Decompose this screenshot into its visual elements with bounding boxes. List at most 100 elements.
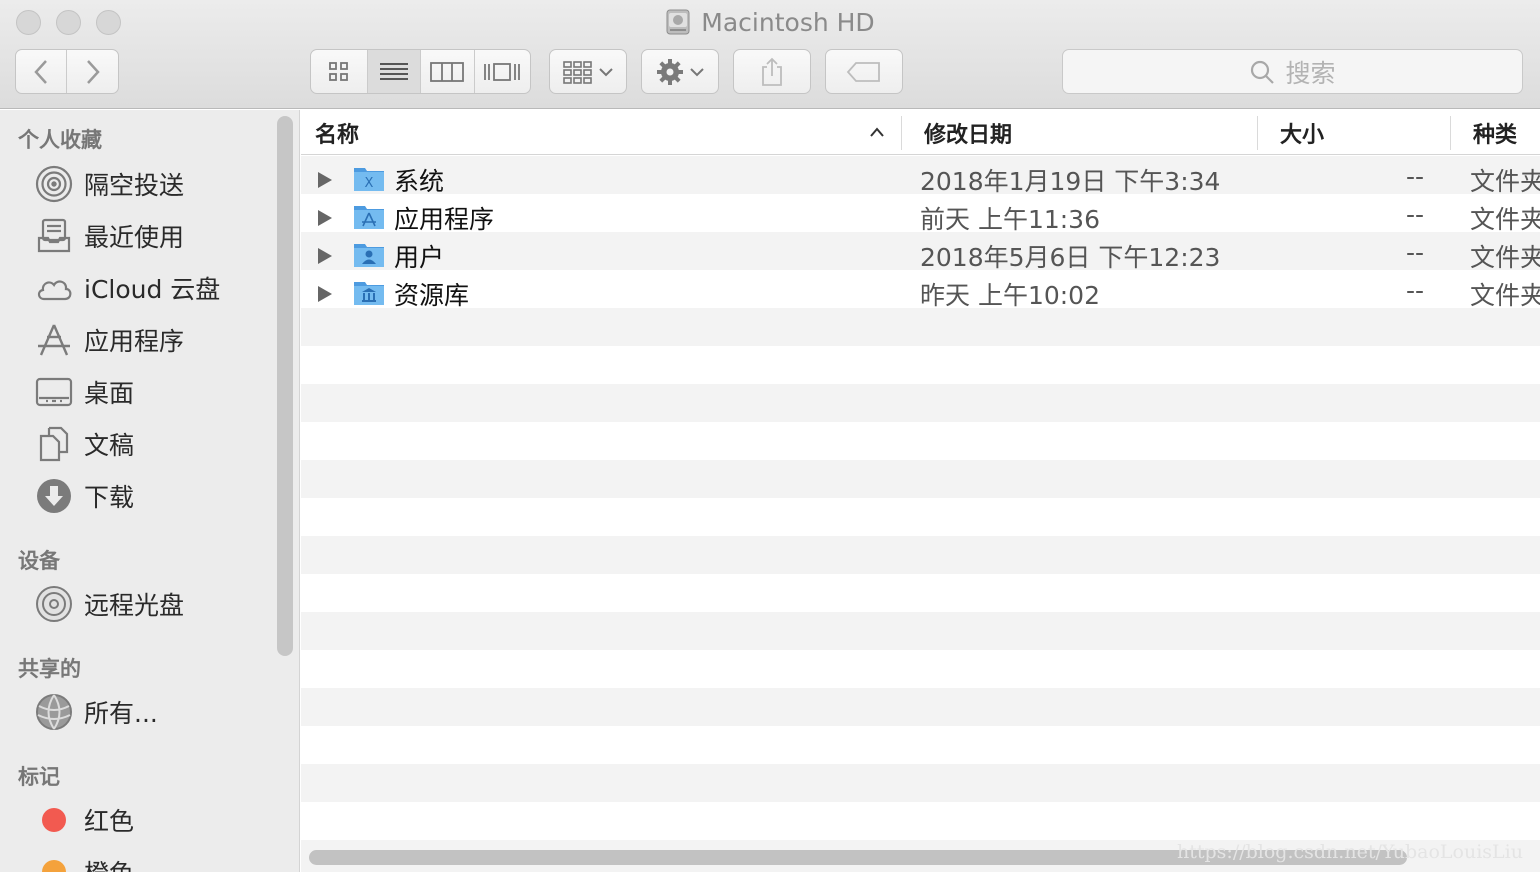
table-row[interactable]: 应用程序 前天 上午11:36 -- 文件夹 xyxy=(301,198,1540,236)
back-button[interactable] xyxy=(16,50,68,93)
column-header-label: 种类 xyxy=(1473,122,1518,148)
column-header-label: 大小 xyxy=(1280,122,1325,148)
file-kind: 文件夹 xyxy=(1470,281,1540,310)
file-kind: 文件夹 xyxy=(1470,243,1540,272)
airdrop-icon xyxy=(35,165,73,203)
chevron-down-icon xyxy=(599,67,613,76)
desktop-icon xyxy=(35,377,73,407)
forward-button[interactable] xyxy=(67,50,118,93)
sidebar-item-tag-orange[interactable]: 橙色 xyxy=(34,849,134,872)
finder-window: Macintosh HD 搜索 个人收藏 隔空投送 最近使用 iCloud 云盘… xyxy=(0,0,1540,872)
chevron-down-icon xyxy=(690,67,704,76)
grid-icon xyxy=(329,61,349,81)
sidebar-item-icloud[interactable]: iCloud 云盘 xyxy=(34,265,220,311)
column-divider[interactable] xyxy=(1257,116,1258,150)
search-field[interactable]: 搜索 xyxy=(1062,49,1523,94)
column-view-button[interactable] xyxy=(421,50,475,93)
list-rows: X 系统 2018年1月19日 下午3:34 -- 文件夹 应用程序 前天 上午… xyxy=(301,156,1540,872)
sidebar-item-label: 橙色 xyxy=(84,854,134,872)
watermark: https://blog.csdn.net/YubaoLouisLiu xyxy=(1177,841,1523,863)
tag-button[interactable] xyxy=(825,49,903,94)
sidebar-item-label: 最近使用 xyxy=(84,223,185,252)
sidebar-item-remote-disc[interactable]: 远程光盘 xyxy=(34,581,184,627)
disclosure-triangle[interactable] xyxy=(318,172,332,188)
recents-icon xyxy=(37,218,71,253)
users-folder-icon xyxy=(354,244,384,267)
tag-orange-icon xyxy=(42,860,66,872)
sidebar-item-downloads[interactable]: 下载 xyxy=(34,473,134,519)
file-name: 系统 xyxy=(394,167,445,196)
tag-icon xyxy=(846,61,880,82)
applications-folder-icon xyxy=(354,206,384,229)
search-placeholder: 搜索 xyxy=(1285,58,1336,88)
column-header-name[interactable]: 名称 xyxy=(315,110,885,155)
gear-icon xyxy=(657,58,683,85)
documents-icon xyxy=(39,426,69,462)
nav-buttons xyxy=(15,49,119,94)
file-kind: 文件夹 xyxy=(1470,205,1540,234)
arrange-button[interactable] xyxy=(549,49,627,94)
share-button[interactable] xyxy=(733,49,811,94)
disclosure-triangle[interactable] xyxy=(318,248,332,264)
sidebar-section-title: 共享的 xyxy=(18,657,81,681)
toolbar: Macintosh HD 搜索 xyxy=(0,0,1540,109)
sidebar-item-applications[interactable]: 应用程序 xyxy=(34,317,184,363)
share-icon xyxy=(762,57,782,86)
library-folder-icon xyxy=(354,282,384,305)
search-icon xyxy=(1251,60,1275,84)
table-row[interactable]: 用户 2018年5月6日 下午12:23 -- 文件夹 xyxy=(301,236,1540,274)
file-name: 应用程序 xyxy=(394,205,495,234)
sidebar-item-tag-red[interactable]: 红色 xyxy=(34,797,134,843)
file-list: 名称 修改日期 大小 种类 X 系统 2018年1月19日 下午3:34 -- … xyxy=(301,110,1540,872)
sidebar-item-label: iCloud 云盘 xyxy=(84,275,221,304)
sidebar-section-title: 标记 xyxy=(18,765,60,789)
sidebar-item-shared-all[interactable]: 所有... xyxy=(34,689,158,735)
column-header-label: 修改日期 xyxy=(924,122,1013,148)
cover-flow-button[interactable] xyxy=(475,50,530,93)
column-header-date[interactable]: 修改日期 xyxy=(924,110,1012,155)
list-icon xyxy=(380,62,409,80)
list-header: 名称 修改日期 大小 种类 xyxy=(301,110,1540,155)
column-header-size[interactable]: 大小 xyxy=(1280,110,1324,155)
sidebar-item-label: 文稿 xyxy=(84,431,135,460)
column-divider[interactable] xyxy=(1450,116,1451,150)
sidebar-item-label: 应用程序 xyxy=(84,327,185,356)
sidebar-scrollbar[interactable] xyxy=(277,116,293,656)
file-size: -- xyxy=(1406,200,1425,229)
tag-red-icon xyxy=(42,808,66,832)
sidebar-item-airdrop[interactable]: 隔空投送 xyxy=(34,161,184,207)
sidebar-item-label: 桌面 xyxy=(84,379,135,408)
sidebar: 个人收藏 隔空投送 最近使用 iCloud 云盘 应用程序 桌面 文稿 下载 设… xyxy=(0,110,300,872)
download-icon xyxy=(37,479,71,513)
column-header-kind[interactable]: 种类 xyxy=(1473,110,1517,155)
disclosure-triangle[interactable] xyxy=(318,286,332,302)
file-date: 2018年1月19日 下午3:34 xyxy=(920,167,1221,196)
table-row[interactable]: 资源库 昨天 上午10:02 -- 文件夹 xyxy=(301,274,1540,312)
action-button[interactable] xyxy=(641,49,719,94)
cloud-icon xyxy=(37,280,72,301)
file-size: -- xyxy=(1406,238,1425,267)
column-header-label: 名称 xyxy=(315,122,360,148)
icon-view-button[interactable] xyxy=(311,50,369,93)
chevron-left-icon xyxy=(34,59,47,84)
file-name: 资源库 xyxy=(394,281,470,310)
sidebar-item-desktop[interactable]: 桌面 xyxy=(34,369,134,415)
cover-flow-icon xyxy=(484,62,521,81)
disclosure-triangle[interactable] xyxy=(318,210,332,226)
sidebar-section-title: 设备 xyxy=(18,549,60,573)
file-kind: 文件夹 xyxy=(1470,167,1540,196)
chevron-right-icon xyxy=(86,59,100,84)
window-title-text: Macintosh HD xyxy=(701,8,875,37)
sidebar-item-label: 隔空投送 xyxy=(84,171,185,200)
file-size: -- xyxy=(1406,276,1425,305)
sidebar-item-label: 红色 xyxy=(84,807,135,836)
column-divider[interactable] xyxy=(901,116,902,150)
sidebar-item-recents[interactable]: 最近使用 xyxy=(34,213,184,259)
file-date: 昨天 上午10:02 xyxy=(920,281,1100,310)
network-icon xyxy=(36,694,72,730)
list-view-button[interactable] xyxy=(368,50,421,93)
table-row[interactable]: X 系统 2018年1月19日 下午3:34 -- 文件夹 xyxy=(301,160,1540,198)
sort-ascending-icon xyxy=(870,127,884,137)
sidebar-section-title: 个人收藏 xyxy=(18,128,102,152)
sidebar-item-documents[interactable]: 文稿 xyxy=(34,421,134,467)
